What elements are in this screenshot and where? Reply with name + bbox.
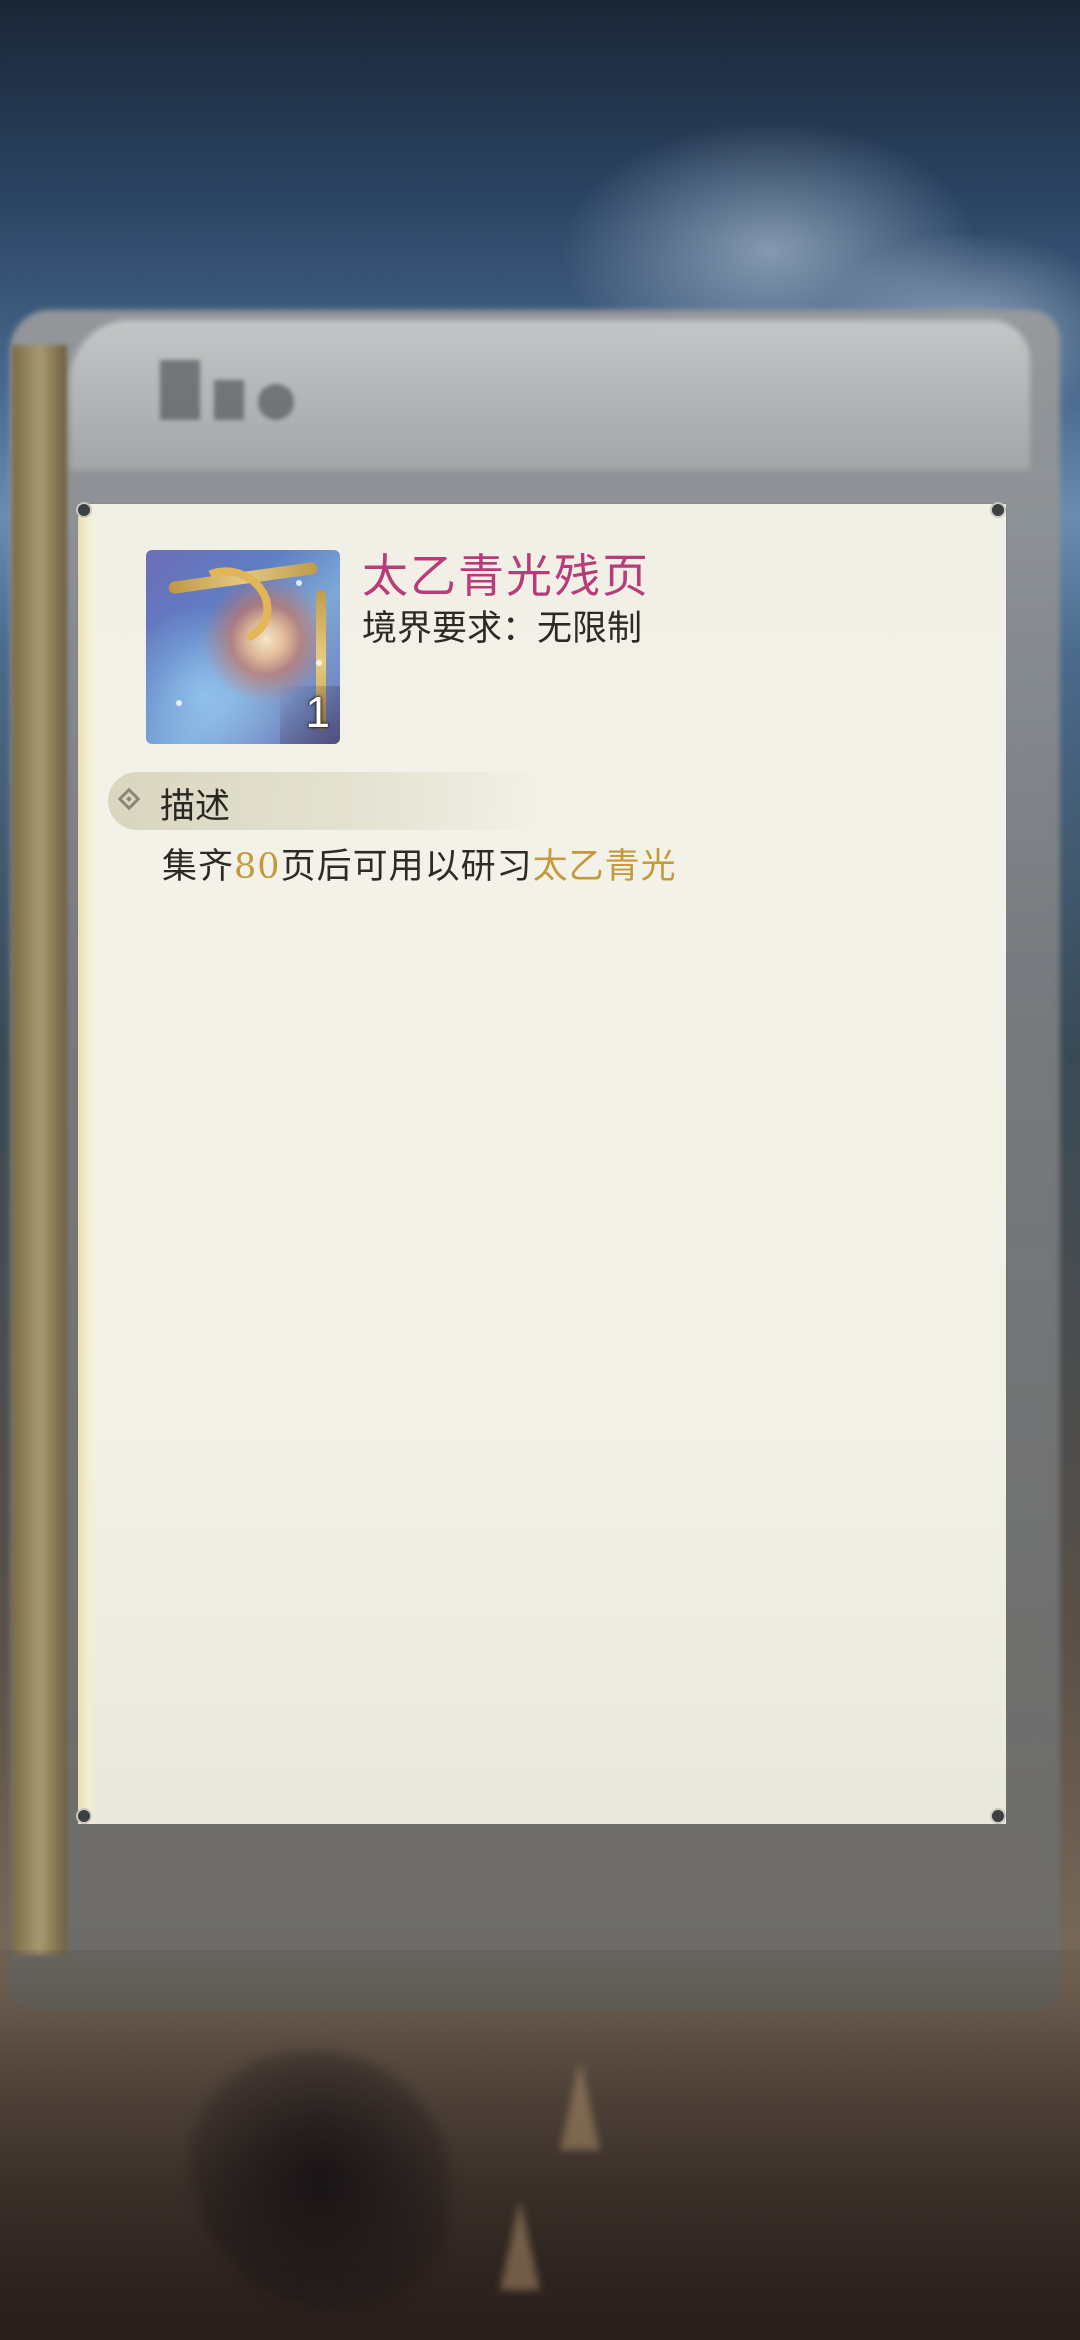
description-text: 集齐80页后可用以研习太乙青光 (162, 838, 677, 889)
corner-dot-top-right (990, 502, 1006, 518)
description-prefix: 集齐 (162, 847, 235, 887)
book-spine (12, 345, 67, 1955)
item-name: 太乙青光残页 (362, 549, 650, 603)
banner-decoration (160, 360, 340, 430)
panel-left-edge (78, 504, 96, 1824)
background-spire (500, 2200, 540, 2290)
description-skill-name: 太乙青光 (532, 847, 677, 887)
description-title: 描述 (160, 787, 231, 827)
background-scene-bottom (0, 1950, 1080, 2340)
description-quantity: 80 (234, 847, 281, 887)
item-requirement: 境界要求：无限制 (362, 609, 643, 649)
corner-dot-bottom-right (990, 1808, 1006, 1824)
background-spire (560, 2060, 600, 2150)
corner-dot-top-left (76, 502, 92, 518)
item-count: 1 (305, 688, 330, 737)
sparkle-decoration (316, 660, 322, 666)
sparkle-decoration (296, 580, 302, 586)
item-icon: 1 (146, 550, 340, 744)
sparkle-decoration (176, 700, 182, 706)
description-middle: 页后可用以研习 (280, 847, 533, 887)
corner-dot-bottom-left (76, 1808, 92, 1824)
